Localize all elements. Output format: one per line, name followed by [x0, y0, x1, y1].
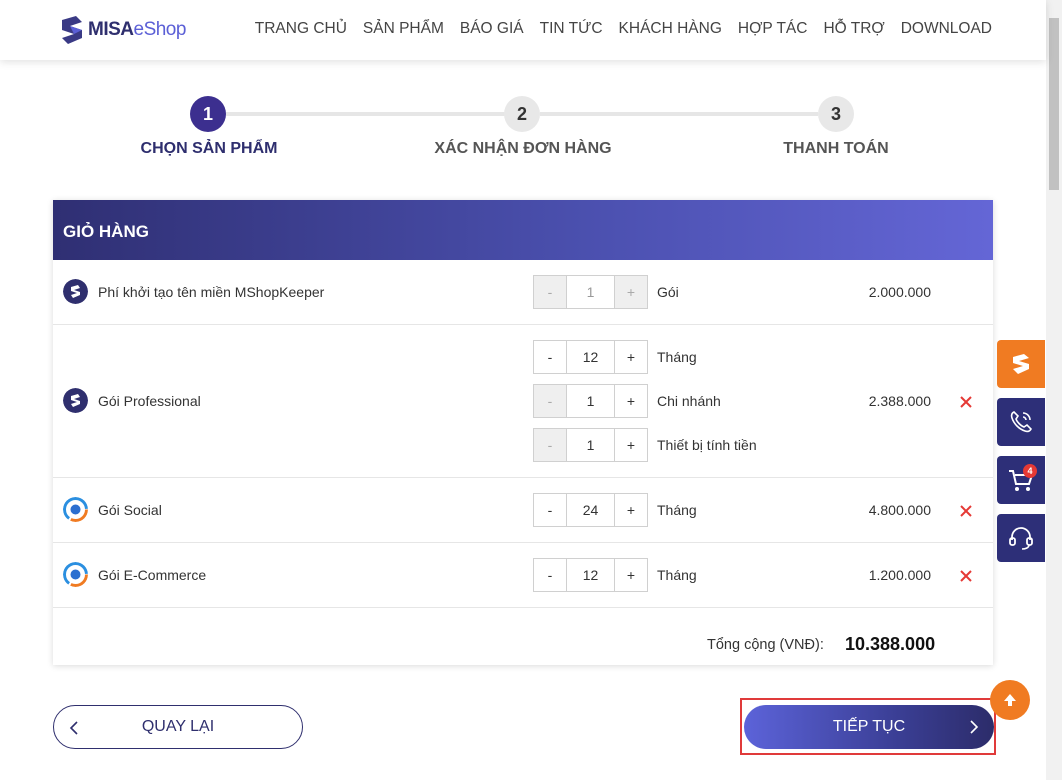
- quantity-stepper: - 12 +: [533, 558, 648, 592]
- next-button-highlight: TIẾP TỤC: [740, 698, 996, 755]
- nav-support[interactable]: HỖ TRỢ: [823, 20, 884, 38]
- increment-button[interactable]: +: [615, 385, 647, 417]
- product-name: Gói E-Commerce: [98, 567, 207, 583]
- nav-download[interactable]: DOWNLOAD: [901, 20, 992, 38]
- quantity-stepper: - 1 +: [533, 384, 648, 418]
- mshopkeeper-icon: [63, 388, 88, 413]
- cart-row-domain-fee: Phí khởi tạo tên miền MShopKeeper - 1 + …: [53, 260, 993, 325]
- remove-item-icon[interactable]: [958, 568, 974, 584]
- cart-row-professional: Gói Professional - 12 + Tháng - 1 + Chi …: [53, 325, 993, 478]
- quantity-unit: Tháng: [657, 502, 697, 518]
- decrement-button[interactable]: -: [534, 385, 566, 417]
- step-2-label: XÁC NHẬN ĐƠN HÀNG: [434, 140, 612, 157]
- increment-button[interactable]: +: [615, 276, 647, 308]
- quantity-unit: Tháng: [657, 567, 697, 583]
- decrement-button[interactable]: -: [534, 429, 566, 461]
- quantity-value[interactable]: 24: [566, 494, 615, 526]
- nav-customers[interactable]: KHÁCH HÀNG: [619, 20, 722, 38]
- side-eshop-button[interactable]: [997, 340, 1045, 388]
- scrollbar-thumb[interactable]: [1049, 18, 1059, 190]
- decrement-button[interactable]: -: [534, 559, 566, 591]
- phone-call-icon: [1010, 411, 1032, 433]
- increment-button[interactable]: +: [615, 559, 647, 591]
- nav-pricing[interactable]: BÁO GIÁ: [460, 20, 524, 38]
- nav-partners[interactable]: HỢP TÁC: [738, 20, 808, 38]
- total-value: 10.388.000: [845, 634, 936, 654]
- next-button[interactable]: TIẾP TỤC: [744, 705, 994, 749]
- page-scrollbar[interactable]: [1046, 0, 1062, 780]
- quantity-stepper: - 1 +: [533, 275, 648, 309]
- item-price: 1.200.000: [868, 567, 931, 583]
- back-button-label: QUAY LẠI: [141, 718, 215, 735]
- decrement-button[interactable]: -: [534, 341, 566, 373]
- cart-count-badge: 4: [1023, 464, 1037, 478]
- increment-button[interactable]: +: [615, 494, 647, 526]
- back-button[interactable]: QUAY LẠI: [53, 705, 303, 749]
- cart-row-ecommerce: Gói E-Commerce - 12 + Tháng 1.200.000: [53, 543, 993, 608]
- step-connector: [226, 112, 506, 116]
- remove-item-icon[interactable]: [958, 394, 974, 410]
- quantity-value[interactable]: 12: [566, 341, 615, 373]
- cart-total-row: Tổng cộng (VNĐ): 10.388.000: [53, 608, 993, 665]
- product-name: Phí khởi tạo tên miền MShopKeeper: [98, 284, 325, 300]
- step-1-circle: 1: [190, 96, 226, 132]
- step-3-label: THANH TOÁN: [783, 140, 889, 157]
- item-price: 2.000.000: [868, 284, 931, 300]
- arrow-up-icon: [1004, 694, 1016, 706]
- step-2-circle: 2: [504, 96, 540, 132]
- product-name: Gói Social: [98, 502, 162, 518]
- headset-icon: [1009, 527, 1033, 550]
- product-name: Gói Professional: [98, 393, 201, 409]
- total-label: Tổng cộng (VNĐ):: [707, 637, 824, 653]
- side-cart-button[interactable]: 4: [997, 456, 1045, 504]
- increment-button[interactable]: +: [615, 429, 647, 461]
- step-connector: [540, 112, 818, 116]
- shopping-cart: GIỎ HÀNG Phí khởi tạo tên miền MShopKeep…: [53, 200, 993, 665]
- nav-news[interactable]: TIN TỨC: [540, 20, 603, 38]
- step-3-circle: 3: [818, 96, 854, 132]
- logo-text-eshop: eShop: [133, 19, 187, 40]
- quantity-unit: Tháng: [657, 349, 697, 365]
- misa-logo-icon: [62, 16, 82, 44]
- quantity-stepper: - 24 +: [533, 493, 648, 527]
- decrement-button[interactable]: -: [534, 494, 566, 526]
- remove-item-icon[interactable]: [958, 503, 974, 519]
- ecommerce-icon: [63, 562, 88, 587]
- quantity-value[interactable]: 1: [566, 385, 615, 417]
- chevron-left-icon: [69, 721, 78, 735]
- step-1-label: CHỌN SẢN PHẨM: [140, 140, 278, 157]
- quantity-value[interactable]: 12: [566, 559, 615, 591]
- chevron-right-icon: [970, 720, 979, 734]
- item-price: 2.388.000: [868, 393, 931, 409]
- social-icon: [63, 497, 88, 522]
- logo-text-misa: MISA: [88, 19, 134, 40]
- cart-title: GIỎ HÀNG: [53, 200, 993, 260]
- quantity-stepper: - 12 +: [533, 340, 648, 374]
- nav-products[interactable]: SẢN PHẨM: [363, 20, 444, 38]
- increment-button[interactable]: +: [615, 341, 647, 373]
- quantity-value[interactable]: 1: [566, 276, 615, 308]
- quantity-unit: Gói: [657, 284, 679, 300]
- item-price: 4.800.000: [868, 502, 931, 518]
- nav-home[interactable]: TRANG CHỦ: [255, 20, 347, 38]
- side-support-button[interactable]: [997, 514, 1045, 562]
- side-phone-button[interactable]: [997, 398, 1045, 446]
- misa-eshop-logo[interactable]: MISAeShop: [58, 14, 186, 46]
- scroll-to-top-button[interactable]: [990, 680, 1030, 720]
- next-button-label: TIẾP TỤC: [832, 718, 906, 735]
- decrement-button[interactable]: -: [534, 276, 566, 308]
- main-nav: TRANG CHỦ SẢN PHẨM BÁO GIÁ TIN TỨC KHÁCH…: [255, 20, 992, 38]
- quantity-unit: Thiết bị tính tiền: [657, 437, 757, 453]
- cart-row-social: Gói Social - 24 + Tháng 4.800.000: [53, 478, 993, 543]
- eshop-logo-icon: [1013, 354, 1029, 374]
- checkout-stepper: 1 2 3 CHỌN SẢN PHẨM XÁC NHẬN ĐƠN HÀNG TH…: [0, 96, 1046, 166]
- quantity-stepper: - 1 +: [533, 428, 648, 462]
- site-header: MISAeShop TRANG CHỦ SẢN PHẨM BÁO GIÁ TIN…: [0, 0, 1046, 60]
- quantity-value[interactable]: 1: [566, 429, 615, 461]
- quantity-unit: Chi nhánh: [657, 393, 721, 409]
- mshopkeeper-icon: [63, 279, 88, 304]
